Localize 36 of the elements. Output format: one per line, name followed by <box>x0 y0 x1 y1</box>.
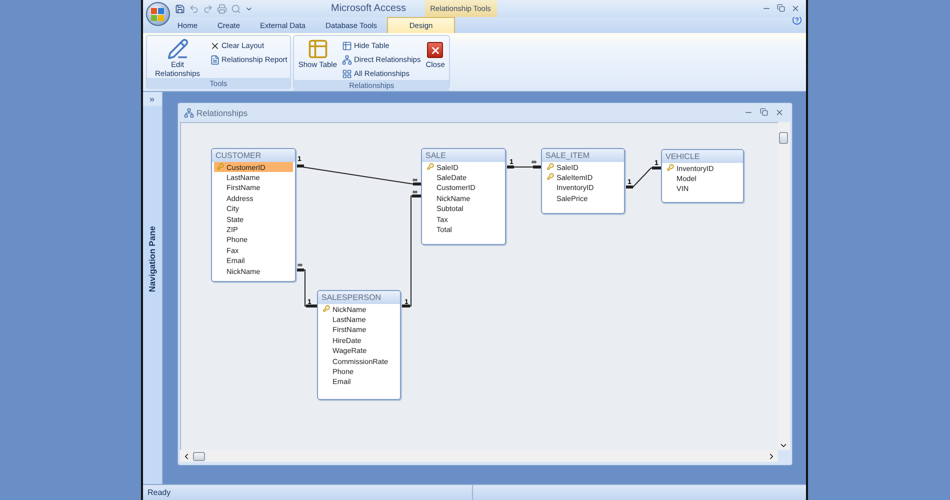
save-icon[interactable] <box>174 4 184 14</box>
relationship-line <box>504 166 542 168</box>
window-title: Relationships <box>196 108 248 118</box>
table-title: CUSTOMER <box>212 149 294 162</box>
network-icon <box>342 54 352 64</box>
office-button[interactable] <box>146 2 170 26</box>
close-icon[interactable] <box>774 108 784 117</box>
status-text: Ready <box>142 485 472 500</box>
scroll-thumb[interactable] <box>192 452 204 460</box>
pencil-icon <box>166 38 188 60</box>
window-title: Microsoft Access <box>330 3 408 14</box>
relationship-line <box>623 166 662 188</box>
restore-icon[interactable] <box>760 108 768 116</box>
help-icon[interactable] <box>792 15 802 25</box>
report-icon <box>210 54 220 64</box>
close-icon[interactable] <box>790 4 800 13</box>
table-icon <box>342 40 352 50</box>
restore-icon[interactable] <box>776 4 784 12</box>
table-icon <box>306 38 329 60</box>
navigation-pane-label[interactable]: Navigation Pane <box>147 226 157 292</box>
magnifier-icon[interactable] <box>230 4 240 14</box>
expand-button[interactable]: » <box>142 92 162 106</box>
table-title: SALESPERSON <box>318 291 400 304</box>
grid-icon <box>342 68 352 78</box>
relationships-icon <box>184 108 194 118</box>
undo-icon[interactable] <box>188 4 198 14</box>
printer-icon[interactable] <box>216 4 226 14</box>
scroll-down-icon[interactable] <box>779 441 788 450</box>
table-title: SALE_ITEM <box>542 149 624 162</box>
relationship-line <box>294 268 318 308</box>
table-title: SALE <box>422 149 504 162</box>
table-title: VEHICLE <box>662 150 742 163</box>
x-icon <box>210 40 220 50</box>
close-icon <box>427 42 444 58</box>
redo-icon[interactable] <box>202 4 212 14</box>
scroll-thumb[interactable] <box>779 132 788 144</box>
